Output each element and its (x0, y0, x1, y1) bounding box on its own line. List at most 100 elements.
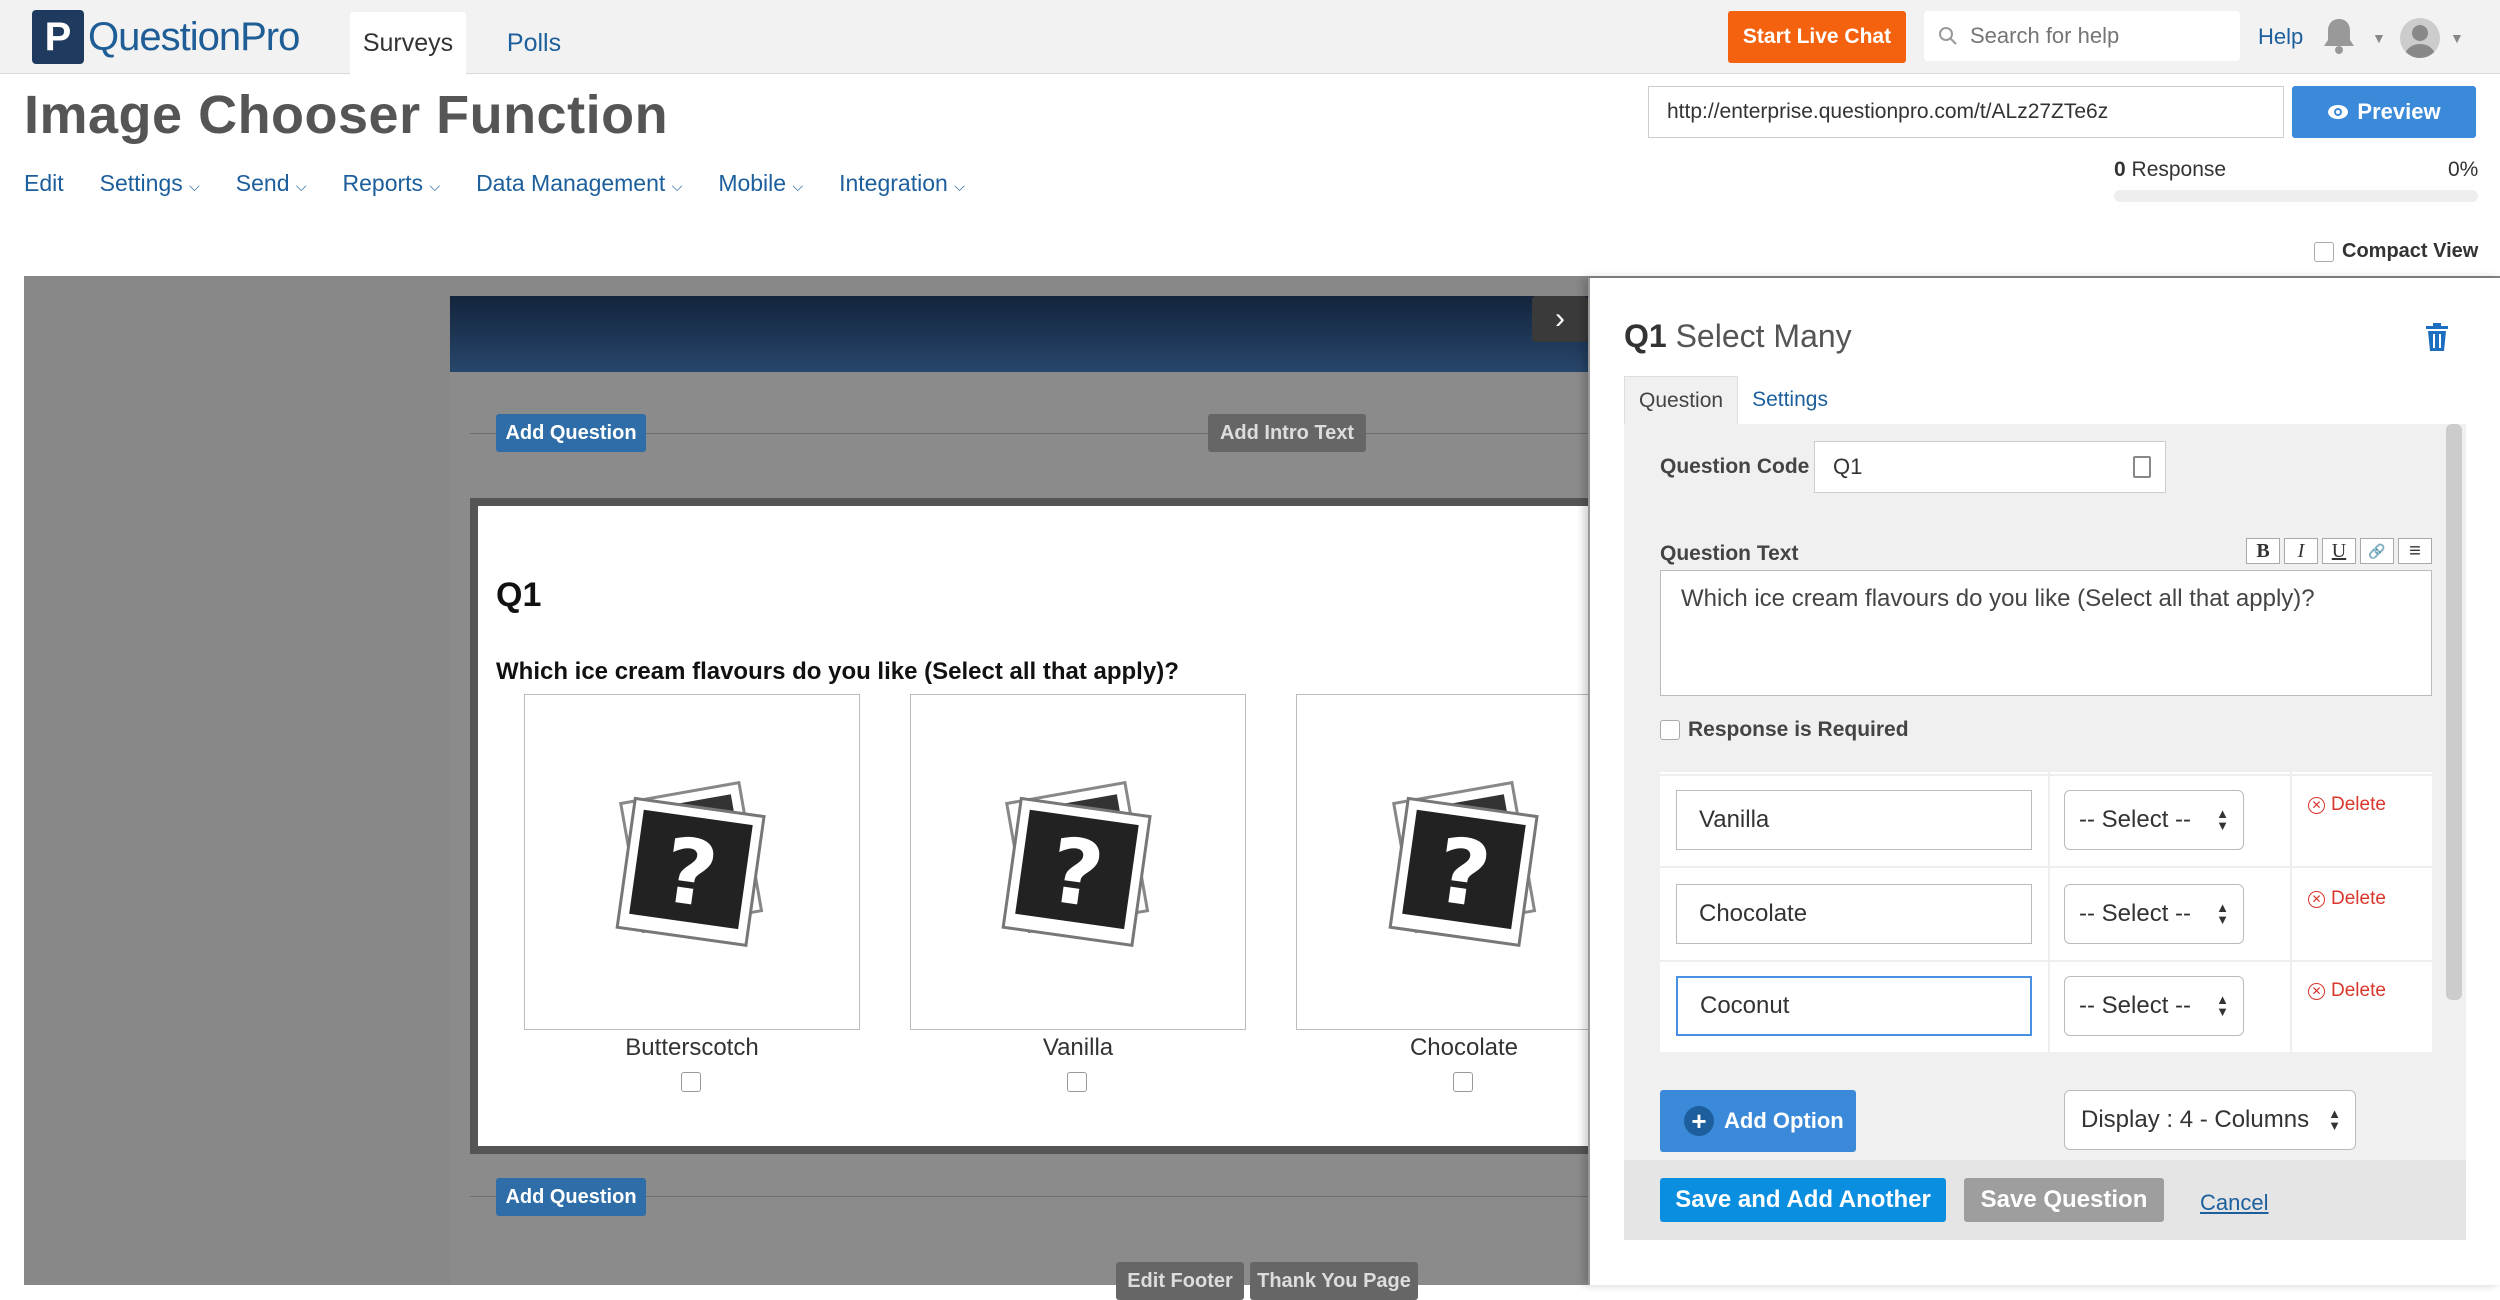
delete-icon: ✕ (2308, 796, 2325, 814)
option-input[interactable]: Coconut (1676, 976, 2032, 1036)
menu-mobile[interactable]: Mobile ⌵ (718, 170, 803, 197)
trash-icon[interactable] (2424, 322, 2450, 357)
response-progress-bar (2114, 190, 2478, 202)
select-arrows-icon: ▲ ▼ (2216, 900, 2229, 927)
delete-option-label: Delete (2331, 888, 2386, 909)
contact-card-icon[interactable] (2133, 456, 2151, 478)
page-title: Image Chooser Function (24, 85, 669, 145)
menu-reports-label: Reports (342, 170, 424, 196)
search-input[interactable] (1970, 23, 2210, 49)
delete-option-button[interactable]: ✕ Delete (2308, 794, 2386, 816)
image-choice-label: Butterscotch (625, 1034, 759, 1061)
image-choice-checkbox[interactable] (1453, 1072, 1473, 1092)
start-live-chat-button[interactable]: Start Live Chat (1728, 11, 1906, 63)
image-placeholder-icon: ? (1001, 780, 1152, 948)
delete-icon: ✕ (2308, 890, 2325, 908)
questionpro-logo[interactable]: P QuestionPro (32, 10, 300, 64)
response-required-toggle[interactable]: Response is Required (1660, 718, 1909, 742)
edit-footer-button[interactable]: Edit Footer (1116, 1262, 1244, 1300)
compact-view-checkbox[interactable] (2314, 241, 2334, 262)
panel-question-code: Q1 (1624, 318, 1667, 354)
option-select-value: -- Select -- (2079, 992, 2192, 1019)
save-question-button[interactable]: Save Question (1964, 1178, 2164, 1222)
add-option-button[interactable]: + Add Option (1660, 1090, 1856, 1152)
survey-header-banner (450, 296, 1590, 372)
menu-settings[interactable]: Settings ⌵ (100, 170, 200, 197)
delete-icon: ✕ (2308, 982, 2325, 1000)
panel-scrollbar[interactable] (2446, 424, 2462, 1000)
chevron-down-icon: ⌵ (429, 178, 441, 194)
question-code-input[interactable]: Q1 (1814, 441, 2166, 493)
menu-send[interactable]: Send ⌵ (236, 170, 307, 197)
image-placeholder-icon: ? (1388, 780, 1539, 948)
tab-settings[interactable]: Settings (1738, 376, 1842, 424)
panel-title: Q1 Select Many (1624, 318, 1852, 355)
image-choice-checkbox[interactable] (1067, 1072, 1087, 1092)
tab-surveys[interactable]: Surveys (350, 12, 466, 74)
preview-label: Preview (2357, 99, 2441, 124)
help-link[interactable]: Help (2258, 24, 2303, 50)
user-avatar[interactable] (2400, 18, 2440, 58)
tab-question[interactable]: Question (1624, 376, 1739, 424)
collapse-panel-chevron-right-icon[interactable]: › (1532, 296, 1588, 342)
underline-button[interactable]: U (2322, 538, 2356, 564)
tab-polls[interactable]: Polls (490, 12, 578, 74)
option-input[interactable]: Vanilla (1676, 790, 2032, 850)
response-percent: 0% (2448, 158, 2479, 181)
preview-button[interactable]: Preview (2292, 86, 2476, 138)
question-text-input[interactable]: Which ice cream flavours do you like (Se… (1660, 570, 2432, 696)
chevron-down-icon: ⌵ (189, 178, 200, 194)
response-label: Response (2131, 158, 2227, 181)
image-choice-placeholder[interactable]: ? (524, 694, 860, 1030)
option-select[interactable]: -- Select -- ▲ ▼ (2064, 790, 2244, 850)
eye-icon (2328, 105, 2349, 119)
align-center-icon[interactable]: ≡ (2398, 538, 2432, 564)
display-columns-select[interactable]: Display : 4 - Columns ▲ ▼ (2064, 1090, 2356, 1150)
menu-reports[interactable]: Reports ⌵ (343, 170, 441, 197)
survey-url-field[interactable]: http://enterprise.questionpro.com/t/ALz2… (1648, 86, 2284, 138)
delete-option-button[interactable]: ✕ Delete (2308, 980, 2386, 1002)
user-chevron-down-icon[interactable]: ▼ (2450, 30, 2464, 46)
image-choice-checkbox[interactable] (681, 1072, 701, 1092)
save-and-add-another-button[interactable]: Save and Add Another (1660, 1178, 1946, 1222)
chevron-down-icon: ⌵ (954, 178, 965, 194)
add-question-button[interactable]: Add Question (496, 414, 646, 452)
compact-view-toggle[interactable]: Compact View (2314, 240, 2478, 263)
response-counter: 0 Response (2114, 158, 2226, 182)
select-arrows-icon: ▲ ▼ (2216, 992, 2229, 1019)
image-choice-placeholder[interactable]: ? (910, 694, 1246, 1030)
link-icon[interactable]: 🔗 (2360, 538, 2394, 564)
format-toolbar: B I U 🔗 ≡ (2246, 538, 2432, 564)
menu-integration[interactable]: Integration ⌵ (839, 170, 965, 197)
image-choice-label: Vanilla (1042, 1034, 1114, 1061)
option-select-value: -- Select -- (2079, 900, 2192, 927)
panel-question-type: Select Many (1675, 318, 1852, 354)
bold-button[interactable]: B (2246, 538, 2280, 564)
survey-menu: Edit Settings ⌵ Send ⌵ Reports ⌵ Data Ma… (24, 170, 1001, 197)
delete-option-label: Delete (2331, 794, 2386, 815)
menu-edit[interactable]: Edit (24, 170, 64, 197)
notifications-bell-icon[interactable] (2320, 16, 2358, 61)
delete-option-button[interactable]: ✕ Delete (2308, 888, 2386, 910)
cancel-link[interactable]: Cancel (2200, 1190, 2268, 1216)
italic-button[interactable]: I (2284, 538, 2318, 564)
option-select[interactable]: -- Select -- ▲ ▼ (2064, 884, 2244, 944)
image-choice-placeholder[interactable]: ? (1296, 694, 1590, 1030)
option-select[interactable]: -- Select -- ▲ ▼ (2064, 976, 2244, 1036)
response-count: 0 (2114, 158, 2126, 181)
question-code-label: Question Code (1660, 455, 1810, 478)
menu-data-management[interactable]: Data Management ⌵ (476, 170, 682, 197)
thank-you-page-button[interactable]: Thank You Page (1250, 1262, 1418, 1300)
notifications-chevron-down-icon[interactable]: ▼ (2372, 30, 2386, 46)
question-code-value: Q1 (1833, 454, 1863, 479)
panel-tabs: Question Settings (1624, 376, 1842, 424)
add-question-button[interactable]: Add Question (496, 1178, 646, 1216)
option-input[interactable]: Chocolate (1676, 884, 2032, 944)
select-arrows-icon: ▲ ▼ (2216, 806, 2229, 833)
add-intro-text-button[interactable]: Add Intro Text (1208, 414, 1366, 452)
response-required-checkbox[interactable] (1660, 720, 1680, 740)
image-choice-label: Chocolate (1409, 1034, 1519, 1061)
menu-mobile-label: Mobile (718, 170, 787, 196)
menu-send-label: Send (235, 170, 290, 196)
logo-text: QuestionPro (88, 14, 300, 59)
